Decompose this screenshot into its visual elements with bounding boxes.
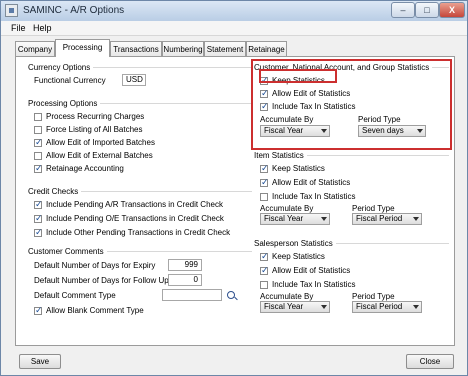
- process-recurring-charges-checkbox[interactable]: [34, 113, 42, 121]
- customer-comments-title: Customer Comments: [28, 247, 107, 256]
- processing-options-title: Processing Options: [28, 99, 101, 108]
- salesperson-allow-edit-statistics-checkbox[interactable]: [260, 265, 269, 276]
- salesperson-include-tax-checkbox[interactable]: [260, 281, 268, 289]
- salesperson-keep-statistics-label: Keep Statistics: [272, 252, 325, 261]
- currency-options-title: Currency Options: [28, 63, 94, 72]
- force-listing-label: Force Listing of All Batches: [46, 125, 143, 134]
- salesperson-allow-edit-statistics-label: Allow Edit of Statistics: [272, 266, 351, 275]
- chevron-down-icon: [413, 305, 419, 309]
- search-icon[interactable]: [227, 291, 235, 299]
- chevron-down-icon: [413, 217, 419, 221]
- chevron-down-icon: [321, 305, 327, 309]
- keep-statistics-highlight: [259, 69, 337, 83]
- menu-help[interactable]: Help: [33, 23, 52, 33]
- allow-edit-external-label: Allow Edit of External Batches: [46, 151, 153, 160]
- allow-edit-external-checkbox[interactable]: [34, 152, 42, 160]
- allow-blank-comment-type-label: Allow Blank Comment Type: [46, 306, 144, 315]
- allow-edit-imported-label: Allow Edit of Imported Batches: [46, 138, 155, 147]
- default-comment-type-field[interactable]: [162, 289, 222, 301]
- item-include-tax-checkbox[interactable]: [260, 193, 268, 201]
- expiry-days-label: Default Number of Days for Expiry: [34, 261, 156, 270]
- credit-check-oe-label: Include Pending O/E Transactions in Cred…: [46, 214, 224, 223]
- maximize-button[interactable]: □: [415, 2, 439, 18]
- salesperson-keep-statistics-checkbox[interactable]: [260, 251, 269, 262]
- close-window-button[interactable]: X: [439, 2, 465, 18]
- force-listing-checkbox[interactable]: [34, 126, 42, 134]
- tab-retainage[interactable]: Retainage: [246, 41, 287, 56]
- menu-file[interactable]: File: [11, 23, 26, 33]
- close-button[interactable]: Close: [406, 354, 454, 369]
- item-period-type-label: Period Type: [352, 204, 395, 213]
- salesperson-accumulate-by-select[interactable]: Fiscal Year: [260, 301, 330, 313]
- item-allow-edit-statistics-label: Allow Edit of Statistics: [272, 178, 351, 187]
- item-accumulate-by-value: Fiscal Year: [264, 214, 304, 223]
- title-bar: SAMINC - A/R Options – □ X: [1, 1, 467, 22]
- item-accumulate-by-select[interactable]: Fiscal Year: [260, 213, 330, 225]
- credit-check-other-label: Include Other Pending Transactions in Cr…: [46, 228, 231, 237]
- ar-options-window: SAMINC - A/R Options – □ X File Help Com…: [0, 0, 468, 376]
- salesperson-accumulate-by-value: Fiscal Year: [264, 302, 304, 311]
- item-statistics-group: Item Statistics Keep Statistics Allow Ed…: [254, 151, 449, 236]
- customer-comments-group: Customer Comments Default Number of Days…: [28, 247, 252, 326]
- minimize-button[interactable]: –: [391, 2, 415, 18]
- salesperson-period-type-label: Period Type: [352, 292, 395, 301]
- item-period-type-select[interactable]: Fiscal Period: [352, 213, 422, 225]
- tab-company[interactable]: Company: [15, 41, 55, 56]
- chevron-down-icon: [321, 217, 327, 221]
- tab-transactions[interactable]: Transactions: [110, 41, 162, 56]
- tab-statement[interactable]: Statement: [204, 41, 246, 56]
- retainage-accounting-checkbox[interactable]: [34, 163, 43, 174]
- salesperson-statistics-title: Salesperson Statistics: [254, 239, 336, 248]
- item-include-tax-label: Include Tax In Statistics: [272, 192, 356, 201]
- credit-checks-group: Credit Checks Include Pending A/R Transa…: [28, 187, 252, 240]
- credit-check-oe-checkbox[interactable]: [34, 213, 43, 224]
- retainage-accounting-label: Retainage Accounting: [46, 164, 124, 173]
- salesperson-accumulate-by-label: Accumulate By: [260, 292, 314, 301]
- app-icon: [5, 4, 18, 17]
- credit-check-other-checkbox[interactable]: [34, 227, 43, 238]
- functional-currency-field: USD: [122, 74, 146, 86]
- allow-edit-imported-checkbox[interactable]: [34, 137, 43, 148]
- item-keep-statistics-checkbox[interactable]: [260, 163, 269, 174]
- credit-check-ar-label: Include Pending A/R Transactions in Cred…: [46, 200, 223, 209]
- item-statistics-title: Item Statistics: [254, 151, 307, 160]
- processing-options-group: Processing Options Process Recurring Cha…: [28, 99, 252, 182]
- functional-currency-label: Functional Currency: [34, 76, 106, 85]
- tab-numbering[interactable]: Numbering: [162, 41, 204, 56]
- item-accumulate-by-label: Accumulate By: [260, 204, 314, 213]
- salesperson-period-type-select[interactable]: Fiscal Period: [352, 301, 422, 313]
- item-allow-edit-statistics-checkbox[interactable]: [260, 177, 269, 188]
- salesperson-statistics-group: Salesperson Statistics Keep Statistics A…: [254, 239, 449, 324]
- allow-blank-comment-type-checkbox[interactable]: [34, 305, 43, 316]
- salesperson-period-type-value: Fiscal Period: [356, 302, 403, 311]
- save-button[interactable]: Save: [19, 354, 61, 369]
- expiry-days-field[interactable]: 999: [168, 259, 202, 271]
- followup-days-field[interactable]: 0: [168, 274, 202, 286]
- followup-days-label: Default Number of Days for Follow Up: [34, 276, 169, 285]
- credit-checks-title: Credit Checks: [28, 187, 82, 196]
- salesperson-include-tax-label: Include Tax In Statistics: [272, 280, 356, 289]
- currency-options-group: Currency Options Functional Currency USD: [28, 63, 252, 96]
- item-keep-statistics-label: Keep Statistics: [272, 164, 325, 173]
- tab-processing[interactable]: Processing: [55, 39, 110, 57]
- credit-check-ar-checkbox[interactable]: [34, 199, 43, 210]
- process-recurring-charges-label: Process Recurring Charges: [46, 112, 145, 121]
- menu-bar: File Help: [1, 21, 467, 36]
- window-title: SAMINC - A/R Options: [23, 5, 125, 16]
- item-period-type-value: Fiscal Period: [356, 214, 403, 223]
- default-comment-type-label: Default Comment Type: [34, 291, 116, 300]
